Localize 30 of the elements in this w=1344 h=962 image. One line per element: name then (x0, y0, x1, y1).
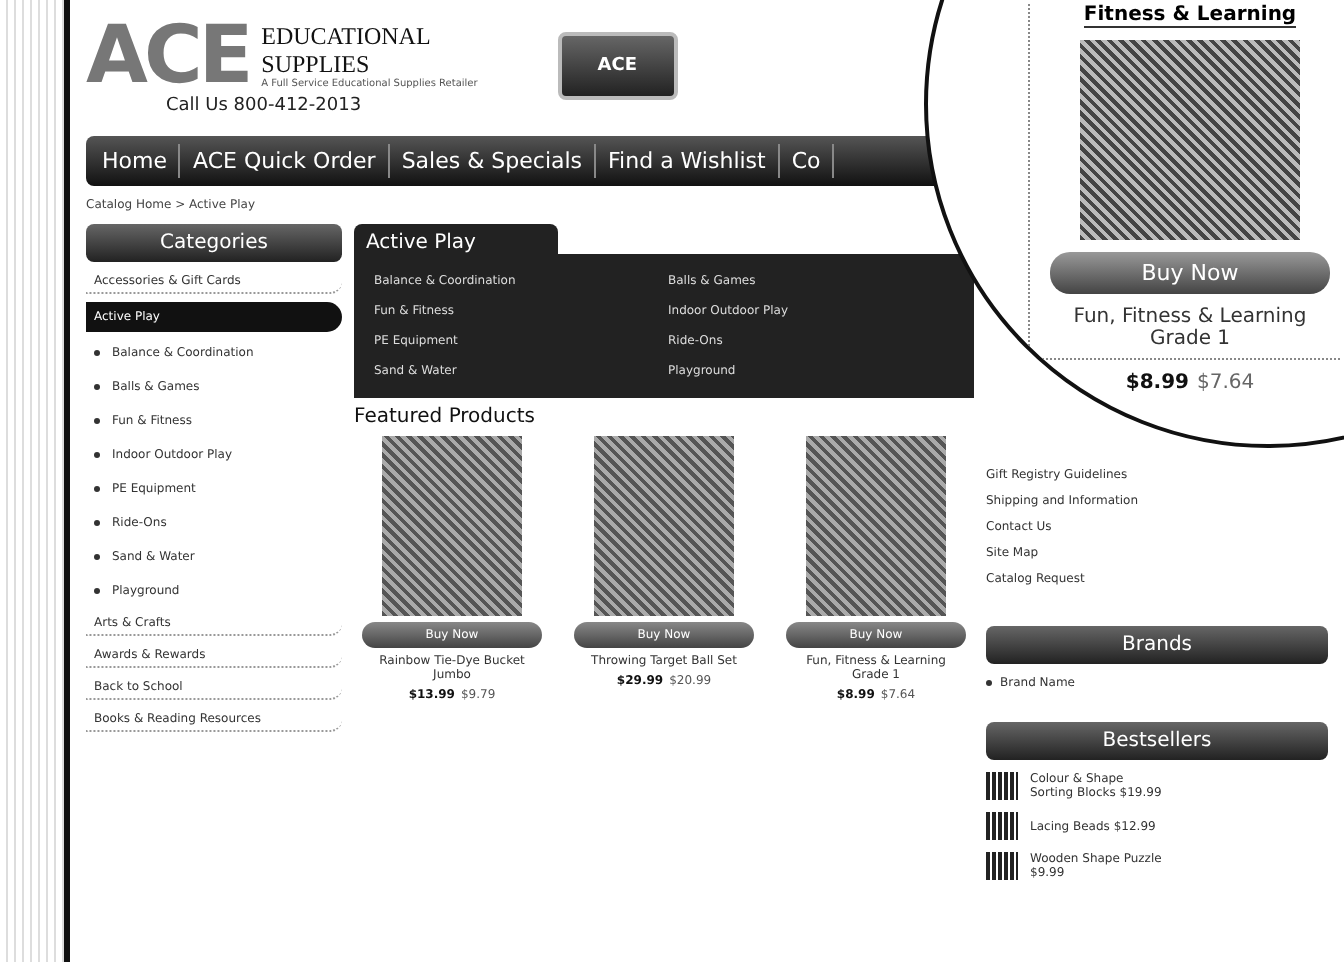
categories-header: Categories (86, 224, 342, 262)
product-thumbnail (986, 772, 1018, 800)
logo-mark: ACE (86, 16, 250, 96)
nav-link[interactable]: Sales & Specials (389, 144, 597, 178)
product-price: $8.99 (1125, 372, 1189, 394)
bullet-icon (94, 384, 100, 390)
brands-header: Brands (986, 626, 1328, 664)
nav-link[interactable]: Co (779, 144, 835, 178)
bullet-icon (94, 554, 100, 560)
product-heading: Fitness & Learning (1083, 4, 1297, 28)
nav-link[interactable]: Find a Wishlist (596, 144, 780, 178)
bullet-icon (94, 486, 100, 492)
product-thumbnail (986, 812, 1018, 840)
nav-link[interactable]: ACE Quick Order (180, 144, 390, 178)
sale-price: $7.64 (1197, 372, 1255, 394)
product-name[interactable]: Fun, Fitness & Learning Grade 1 (1040, 306, 1340, 360)
logo-name: EDUCATIONAL SUPPLIES (261, 21, 432, 78)
bullet-icon (94, 418, 100, 424)
buy-now-button[interactable]: Buy Now (1050, 252, 1330, 294)
bullet-icon (94, 350, 100, 356)
section-title: Featured Products (354, 406, 537, 428)
phone-number: Call Us 800-412-2013 (164, 96, 364, 116)
bullet-icon (94, 452, 100, 458)
bullet-icon (94, 520, 100, 526)
bullet-icon (986, 680, 992, 686)
bullet-icon (94, 588, 100, 594)
bestsellers-header: Bestsellers (986, 722, 1328, 760)
product-thumbnail (986, 852, 1018, 880)
nav-link[interactable]: Home (90, 144, 181, 178)
header-badge[interactable]: ACE (557, 32, 678, 100)
